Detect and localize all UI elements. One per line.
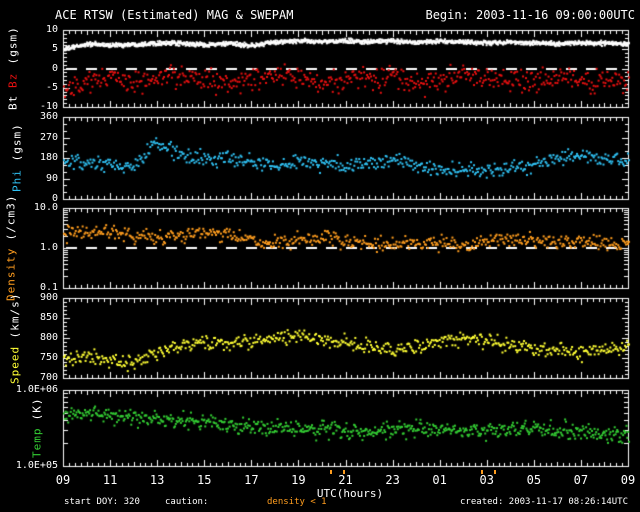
temp-axis-label-part: Temp <box>30 428 44 459</box>
phi-y-tick-label: 90 <box>45 173 58 184</box>
phi-axis-label-part: Phi <box>10 169 24 193</box>
caution-mark <box>343 470 345 474</box>
bt-bz-axis-label-part: Bz <box>6 72 20 88</box>
density-axis-label: Density (/cm3) <box>4 195 18 302</box>
x-tick-label: 09 <box>55 473 71 487</box>
x-tick-label: 21 <box>338 473 353 487</box>
speed-axis-label: Speed (km/s) <box>8 292 22 383</box>
caution-mark <box>494 470 496 474</box>
x-tick-label: 03 <box>479 473 494 487</box>
x-tick-label: 23 <box>385 473 400 487</box>
temp-axis-label-part: (K) <box>30 397 44 428</box>
phi-axis-label: Phi (gsm) <box>10 117 24 199</box>
footer-caution-value: density < 1 <box>267 497 327 507</box>
caution-mark <box>330 470 332 474</box>
temp-y-tick-label: 1.0E+05 <box>15 460 58 471</box>
footer-created-timestamp: created: 2003-11-17 08:26:14UTC <box>460 497 628 507</box>
x-tick-label: 19 <box>291 473 306 487</box>
speed-axis-label-part: Speed <box>8 345 22 384</box>
panel-speed <box>63 298 628 378</box>
footer-caution-label: caution: <box>165 497 209 507</box>
page-title: ACE RTSW (Estimated) MAG & SWEPAM <box>55 8 294 22</box>
caution-mark <box>481 470 483 474</box>
footer-start-doy: start DOY: 320 <box>64 497 140 507</box>
panel-phi <box>63 117 628 199</box>
x-tick-label: 01 <box>432 473 447 487</box>
phi-y-tick-label: 270 <box>39 132 58 143</box>
bt-bz-axis-label-part: (gsm) <box>6 26 20 73</box>
density-axis-label-part: (/cm3) <box>4 194 18 248</box>
x-tick-label: 07 <box>573 473 589 487</box>
ace-rtsw-plot: ACE RTSW (Estimated) MAG & SWEPAM Begin:… <box>0 0 640 512</box>
panel-temp <box>63 390 628 466</box>
temp-axis-label: Temp (K) <box>30 390 44 466</box>
x-tick-label: 13 <box>149 473 165 487</box>
panel-density <box>63 208 628 288</box>
x-tick-label: 05 <box>526 473 542 487</box>
x-tick-label: 11 <box>102 473 118 487</box>
bt-bz-axis-label-part: Bt <box>6 87 20 111</box>
phi-axis-label-part: (gsm) <box>10 123 24 170</box>
bt-bz-axis-label: Bt Bz (gsm) <box>6 26 20 111</box>
x-tick-label: 09 <box>620 473 636 487</box>
panel-bt-bz <box>63 30 628 107</box>
begin-timestamp: Begin: 2003-11-16 09:00:00UTC <box>425 8 635 22</box>
speed-axis-label-part: (km/s) <box>8 292 22 346</box>
phi-y-tick-label: 360 <box>39 111 58 122</box>
x-tick-label: 15 <box>197 473 212 487</box>
x-tick-label: 17 <box>244 473 259 487</box>
temp-y-tick-label: 1.0E+06 <box>15 384 58 395</box>
phi-y-tick-label: 180 <box>39 152 58 163</box>
